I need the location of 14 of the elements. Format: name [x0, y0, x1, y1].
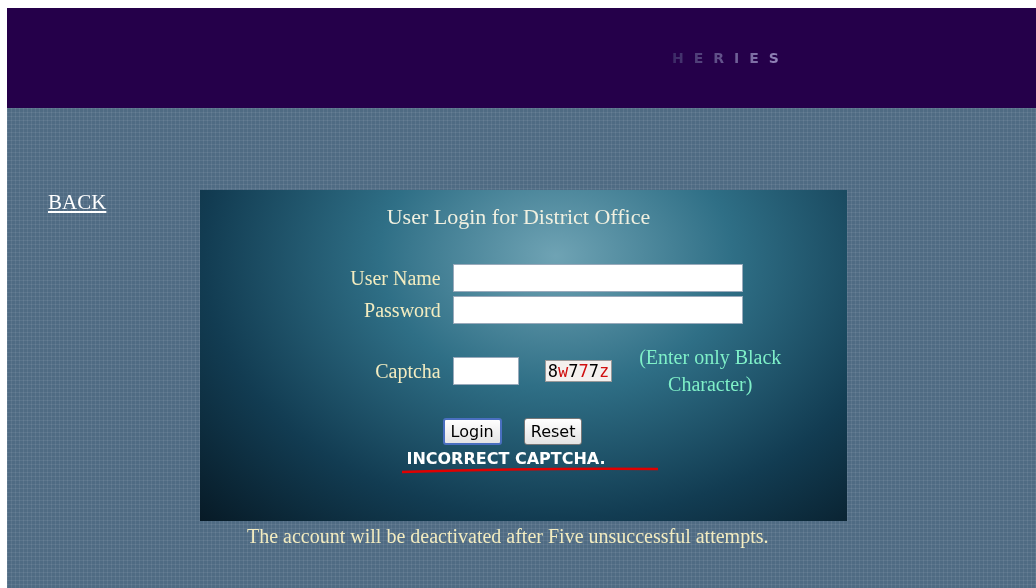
back-link[interactable]: BACK: [48, 190, 107, 214]
reset-button[interactable]: Reset: [523, 418, 583, 445]
captcha-field[interactable]: [452, 357, 519, 385]
input-field[interactable]: [452, 296, 743, 324]
error-message: INCORRECT CAPTCHA.: [406, 449, 606, 468]
field-label: User Name: [349, 266, 442, 290]
warning-note: The account will be deactivated after Five unsuccessful attempts.: [247, 525, 770, 548]
field-label: Captcha: [374, 359, 442, 383]
captcha-image: 8w777z: [544, 360, 613, 382]
login-button[interactable]: Login: [442, 418, 502, 445]
login-title: User Login for District Office: [386, 204, 651, 230]
field-label: Password: [363, 298, 442, 322]
captcha-hint: (Enter only Black Character): [638, 345, 783, 398]
input-field[interactable]: [452, 264, 743, 292]
